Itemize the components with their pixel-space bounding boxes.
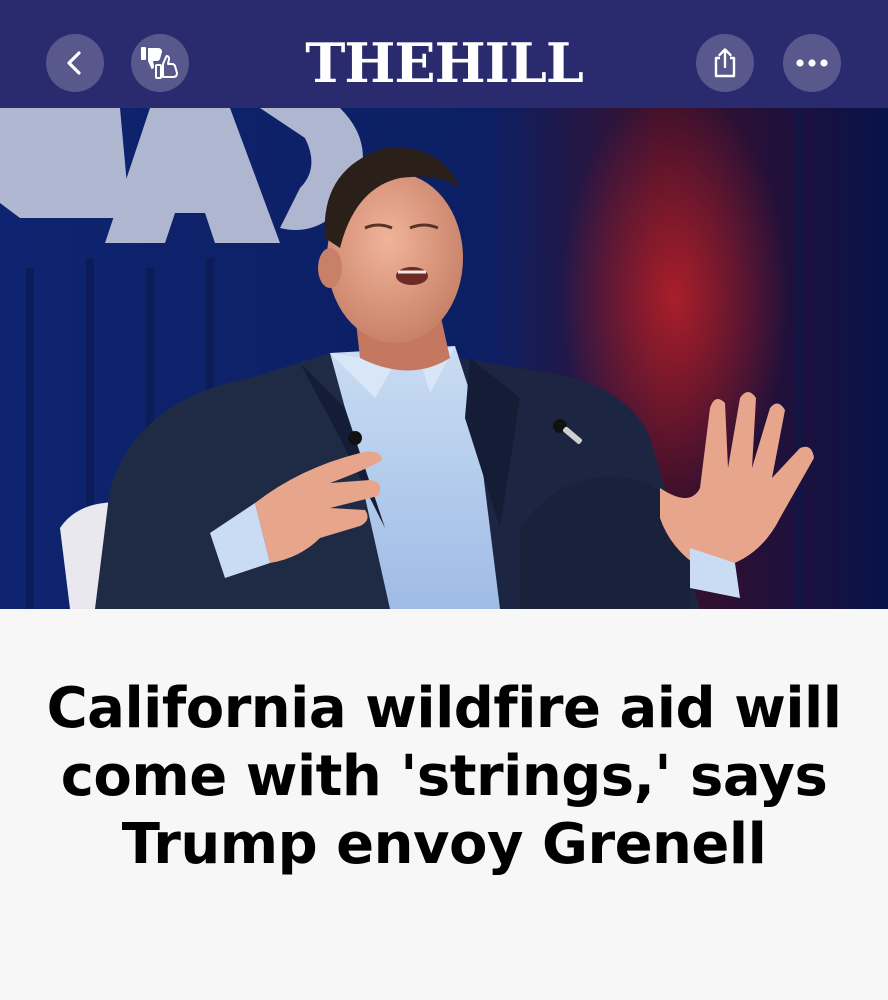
back-button[interactable] [46, 34, 104, 92]
share-button[interactable] [696, 34, 754, 92]
thumbs-down-up-icon [139, 45, 181, 81]
share-icon [711, 47, 739, 79]
ellipsis-icon [794, 58, 830, 68]
top-navigation-bar: THEHILL [0, 0, 888, 108]
more-options-button[interactable] [783, 34, 841, 92]
article-hero-image [0, 108, 888, 609]
chevron-left-icon [64, 50, 86, 76]
article-headline: California wildfire aid will come with '… [46, 676, 842, 877]
the-hill-logo: THEHILL [305, 31, 584, 95]
reaction-button[interactable] [131, 34, 189, 92]
